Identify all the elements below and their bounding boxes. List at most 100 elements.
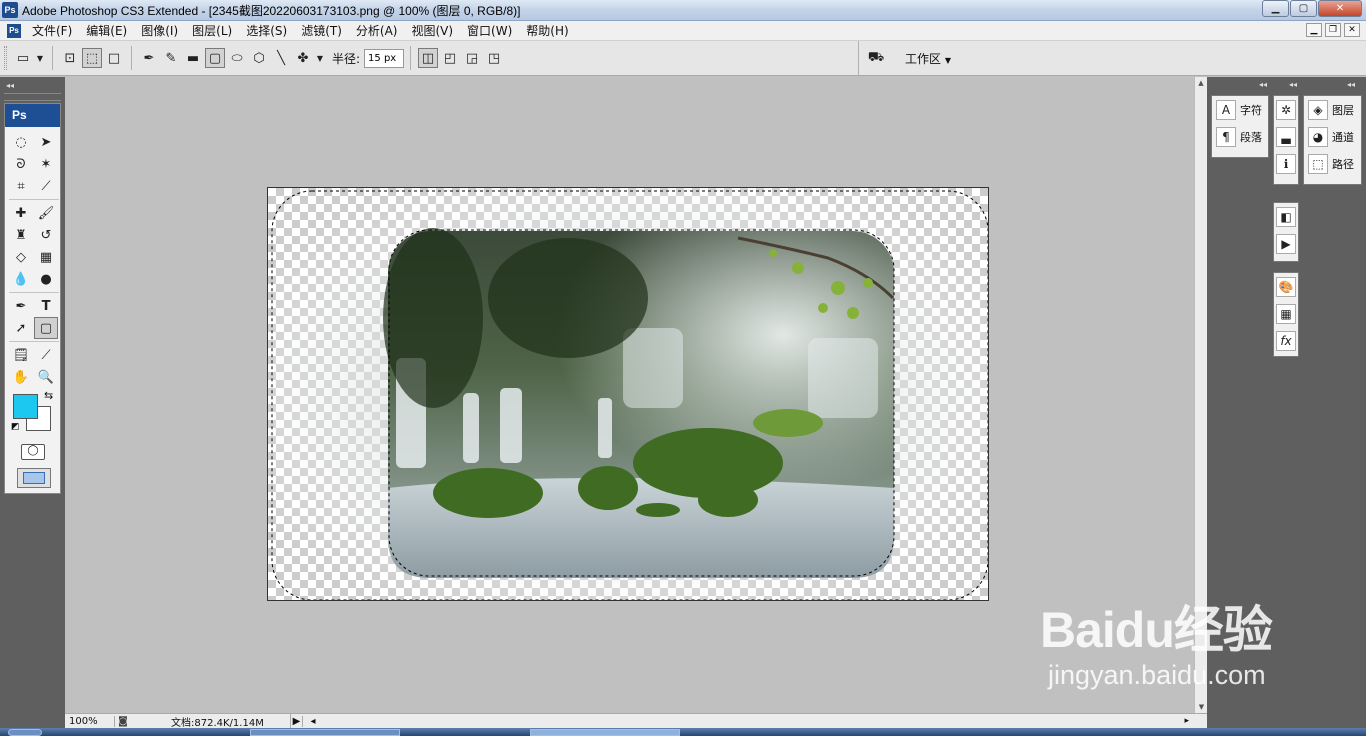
doc-restore-button[interactable]: ❐ (1325, 23, 1341, 37)
notes-tool[interactable]: 🗒 (9, 344, 33, 366)
dodge-tool[interactable]: ● (34, 268, 58, 290)
spot-healing-tool[interactable]: ✚ (9, 202, 33, 224)
custom-shape-button[interactable]: ✤ (293, 48, 313, 68)
pen-tool[interactable]: ✒ (9, 295, 33, 317)
rounded-rectangle-shape-button[interactable]: ▢ (205, 48, 225, 68)
panel-paragraph[interactable]: ¶ 段落 (1212, 123, 1268, 150)
bridge-icon: ⛟ (867, 50, 885, 65)
toolbox-logo[interactable]: Ps (5, 104, 60, 127)
collapse-icon[interactable]: ◂◂ (1259, 80, 1267, 89)
crop-tool[interactable]: ⌗ (9, 175, 33, 197)
rounded-rectangle-tool[interactable]: ▢ (34, 317, 58, 339)
pen-tool-button[interactable]: ✒ (139, 48, 159, 68)
path-selection-tool[interactable]: ➚ (9, 317, 33, 339)
magic-wand-tool[interactable]: ✶ (34, 153, 58, 175)
screen-mode-button[interactable] (17, 468, 51, 488)
menu-select[interactable]: 选择(S) (239, 22, 294, 39)
rectangle-shape-button[interactable]: ▬ (183, 48, 203, 68)
minimize-button[interactable]: ▁ (1262, 0, 1289, 17)
menu-view[interactable]: 视图(V) (404, 22, 460, 39)
panel-swatches[interactable]: 🎨 (1274, 273, 1298, 300)
options-grip[interactable] (4, 46, 7, 70)
status-bar: 100% ◙ 文档:872.4K/1.14M ▶ ◂ ▸ (65, 713, 1207, 729)
path-subtract-button[interactable]: ◰ (440, 48, 460, 68)
doc-close-button[interactable]: ✕ (1344, 23, 1360, 37)
swap-colors-icon[interactable]: ⇆ (44, 389, 53, 402)
document-canvas[interactable] (267, 187, 989, 601)
foreground-color-swatch[interactable] (13, 394, 38, 419)
clone-stamp-tool[interactable]: ♜ (9, 224, 33, 246)
panel-effects[interactable]: fx (1274, 327, 1298, 354)
panel-info[interactable]: ℹ (1274, 150, 1298, 177)
status-info-icon[interactable]: ◙ (115, 716, 131, 727)
move-tool[interactable]: ➤ (34, 131, 58, 153)
panel-character[interactable]: A 字符 (1212, 96, 1268, 123)
workspace-menu[interactable]: 工作区 ▼ (905, 50, 951, 67)
path-intersect-button[interactable]: ◲ (462, 48, 482, 68)
menu-edit[interactable]: 编辑(E) (79, 22, 134, 39)
collapse-icon[interactable]: ◂◂ (1347, 80, 1355, 89)
eyedropper-tool[interactable]: ⟋ (34, 344, 58, 366)
maximize-button[interactable]: ▢ (1290, 0, 1317, 17)
quick-mask-icon: ◯ (27, 445, 39, 456)
panel-styles[interactable]: ▦ (1274, 300, 1298, 327)
menu-layer[interactable]: 图层(L) (185, 22, 239, 39)
polygon-shape-button[interactable]: ⬡ (249, 48, 269, 68)
collapse-icon[interactable]: ◂◂ (1289, 80, 1297, 89)
elliptical-marquee-tool[interactable]: ◌ (9, 131, 33, 153)
canvas-area[interactable] (65, 77, 1194, 713)
panel-histogram[interactable]: ▃ (1274, 123, 1298, 150)
line-shape-button[interactable]: ╲ (271, 48, 291, 68)
type-tool[interactable]: T (34, 295, 58, 317)
doc-minimize-button[interactable]: ▁ (1306, 23, 1322, 37)
menu-analysis[interactable]: 分析(A) (349, 22, 405, 39)
quick-mask-button[interactable]: ◯ (21, 444, 45, 460)
geometry-options-dropdown[interactable]: ▼ (315, 48, 325, 68)
taskbar-item[interactable] (250, 729, 400, 736)
collapse-icon[interactable]: ◂◂ (6, 81, 14, 90)
lasso-tool[interactable]: ᘐ (9, 153, 33, 175)
path-exclude-button[interactable]: ◳ (484, 48, 504, 68)
scroll-right-icon[interactable]: ▸ (1184, 716, 1189, 726)
document-menu-icon[interactable]: Ps (7, 23, 21, 38)
toolbox-grip[interactable] (4, 93, 61, 101)
eraser-tool[interactable]: ◇ (9, 246, 33, 268)
start-button[interactable] (8, 729, 42, 736)
panel-animation[interactable]: ▶ (1274, 230, 1298, 257)
panel-brushes[interactable]: ◧ (1274, 203, 1298, 230)
panel-channels[interactable]: ◕ 通道 (1304, 123, 1361, 150)
panel-layers[interactable]: ◈ 图层 (1304, 96, 1361, 123)
menu-help[interactable]: 帮助(H) (519, 22, 575, 39)
paths-mode-button[interactable]: ⬚ (82, 48, 102, 68)
tool-preset-dropdown[interactable]: ▼ (35, 48, 45, 68)
menu-image[interactable]: 图像(I) (134, 22, 185, 39)
radius-input[interactable] (364, 48, 405, 68)
shape-layers-button[interactable]: ⊡ (60, 48, 80, 68)
bridge-button[interactable]: ⛟ (866, 49, 886, 69)
scroll-left-icon[interactable]: ◂ (307, 716, 319, 727)
status-menu-arrow-icon[interactable]: ▶ (291, 715, 303, 727)
panel-paths[interactable]: ⬚ 路径 (1304, 150, 1361, 177)
close-button[interactable]: ✕ (1318, 0, 1362, 17)
fill-pixels-button[interactable]: □ (104, 48, 124, 68)
panel-navigator[interactable]: ✲ (1274, 96, 1298, 123)
default-colors-icon[interactable]: ◩ (11, 422, 20, 432)
zoom-level[interactable]: 100% (65, 715, 115, 727)
freeform-pen-button[interactable]: ✎ (161, 48, 181, 68)
blur-tool[interactable]: 💧 (9, 268, 33, 290)
slice-tool[interactable]: ⟋ (34, 175, 58, 197)
toolbox: Ps ◌ ➤ ᘐ ✶ ⌗ ⟋ ✚ 🖌 ♜ ↺ ◇ ▦ 💧 ● ✒ T ➚ ▢ 🗒… (4, 103, 61, 494)
scroll-up-icon[interactable]: ▲ (1195, 79, 1207, 87)
history-brush-tool[interactable]: ↺ (34, 224, 58, 246)
gradient-tool[interactable]: ▦ (34, 246, 58, 268)
hand-tool[interactable]: ✋ (9, 366, 33, 388)
ellipse-shape-button[interactable]: ⬭ (227, 48, 247, 68)
path-add-button[interactable]: ◫ (418, 48, 439, 68)
menu-window[interactable]: 窗口(W) (460, 22, 519, 39)
menu-file[interactable]: 文件(F) (25, 22, 79, 39)
menu-filter[interactable]: 滤镜(T) (294, 22, 349, 39)
zoom-tool[interactable]: 🔍 (34, 366, 58, 388)
taskbar-item[interactable] (530, 729, 680, 736)
brush-tool[interactable]: 🖌 (34, 202, 58, 224)
tool-preset-picker[interactable]: ▭ (13, 48, 33, 68)
